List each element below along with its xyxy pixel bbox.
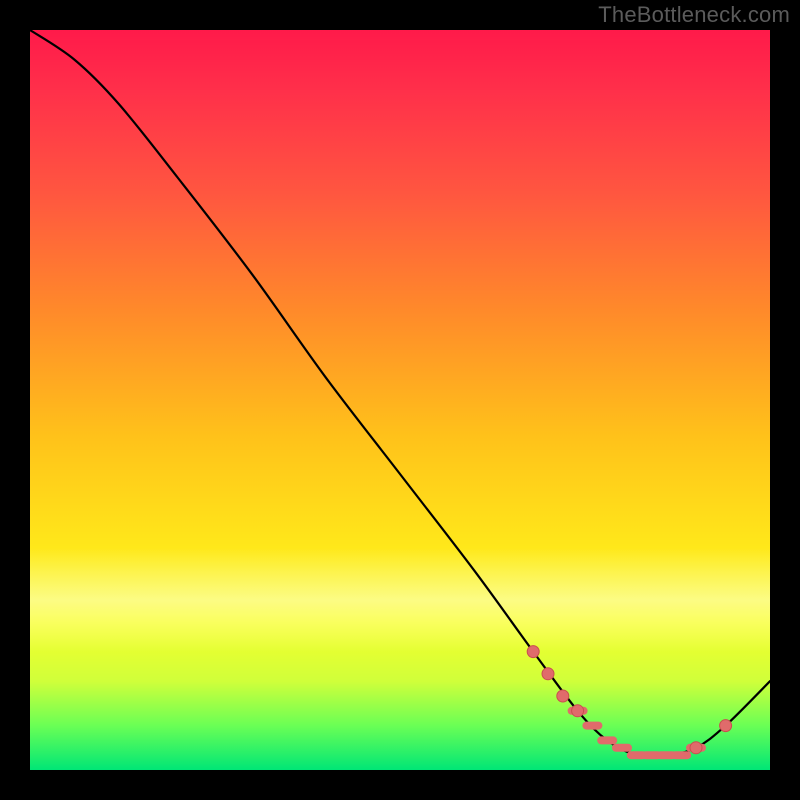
optimal-dot <box>572 705 584 717</box>
optimal-dot <box>557 690 569 702</box>
optimal-dot <box>690 742 702 754</box>
optimal-dot-cluster <box>527 646 731 754</box>
optimal-dash-cluster <box>572 711 702 755</box>
optimal-dot <box>542 668 554 680</box>
optimal-dot <box>720 720 732 732</box>
bottleneck-curve-path <box>30 30 770 757</box>
watermark-text: TheBottleneck.com <box>598 2 790 28</box>
chart-frame: TheBottleneck.com <box>0 0 800 800</box>
optimal-dot <box>527 646 539 658</box>
curve-layer <box>30 30 770 770</box>
plot-area <box>30 30 770 770</box>
